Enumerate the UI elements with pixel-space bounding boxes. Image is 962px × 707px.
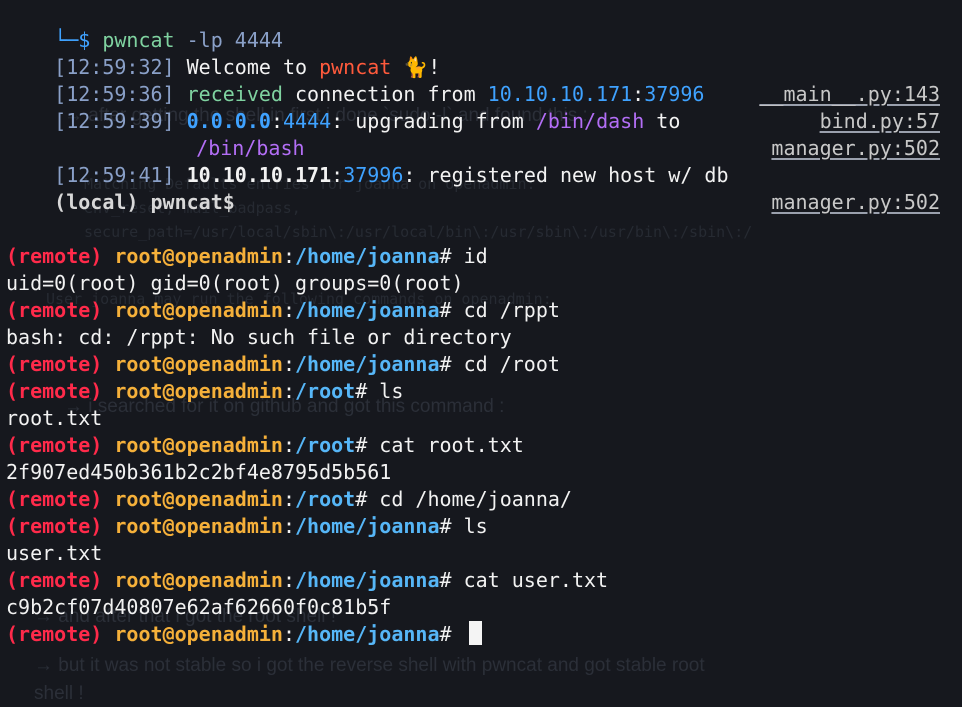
command-output: user.txt xyxy=(6,540,962,567)
user-host: root@openadmin xyxy=(114,487,283,511)
user-host: root@openadmin xyxy=(114,379,283,403)
command-output: bash: cd: /rppt: No such file or directo… xyxy=(6,324,962,351)
log-line-upgrading-cont: /bin/bash xyxy=(148,108,962,160)
remote-tag: (remote) xyxy=(6,622,103,646)
user-host: root@openadmin xyxy=(114,622,283,646)
user-host: root@openadmin xyxy=(114,244,283,268)
log-line-registered: [12:59:41] 10.10.10.171:37996: registere… xyxy=(6,135,962,214)
current-path: /home/joanna xyxy=(295,568,440,592)
current-path: /root xyxy=(295,379,356,403)
command-output: uid=0(root) gid=0(root) groups=0(root) xyxy=(6,270,962,297)
prompt-colon: : xyxy=(282,514,295,538)
command-output: c9b2cf07d40807e62af62660f0c81b5f xyxy=(6,594,962,621)
remote-tag: (remote) xyxy=(6,244,103,268)
terminal-cursor[interactable] xyxy=(468,621,482,645)
prompt-colon: : xyxy=(282,298,295,322)
command-text: # cd /root xyxy=(439,352,560,376)
command-text: # id xyxy=(439,244,488,268)
output-text: c9b2cf07d40807e62af62660f0c81b5f xyxy=(6,595,392,619)
log-source-link[interactable]: manager.py:502 xyxy=(771,189,940,216)
current-path: /root xyxy=(295,487,356,511)
current-path: /root xyxy=(295,433,356,457)
user-host: root@openadmin xyxy=(114,568,283,592)
remote-tag: (remote) xyxy=(6,298,103,322)
remote-tag: (remote) xyxy=(6,514,103,538)
prompt-colon: : xyxy=(282,244,295,268)
background-note: secure_path=/usr/local/sbin\:/usr/local/… xyxy=(84,223,753,241)
remote-prompt-line: (remote) root@openadmin:/root# cd /home/… xyxy=(6,486,962,513)
prompt-colon: : xyxy=(282,487,295,511)
remote-tag: (remote) xyxy=(6,487,103,511)
user-host: root@openadmin xyxy=(114,433,283,457)
remote-prompt-line: (remote) root@openadmin:/root# ls xyxy=(6,378,962,405)
log-line-welcome: [12:59:32] Welcome to pwncat 🐈! __main__… xyxy=(6,27,962,106)
command-output: root.txt xyxy=(6,405,962,432)
command-text: # ls xyxy=(355,379,404,403)
output-text: root.txt xyxy=(6,406,103,430)
output-text: uid=0(root) gid=0(root) groups=0(root) xyxy=(6,271,464,295)
command-text: # cd /rppt xyxy=(439,298,560,322)
prompt-colon: : xyxy=(282,433,295,457)
command-text: # ls xyxy=(439,514,488,538)
remote-prompt-line: (remote) root@openadmin:/root# cat root.… xyxy=(6,432,962,459)
terminal-window[interactable]: → after getting the shell in first i don… xyxy=(0,0,962,707)
remote-tag: (remote) xyxy=(6,352,103,376)
prompt-colon: : xyxy=(282,568,295,592)
remote-prompt-line: (remote) root@openadmin:/home/joanna# cd… xyxy=(6,297,962,324)
current-path: /home/joanna xyxy=(295,352,440,376)
command-text: # xyxy=(439,622,464,646)
current-path: /home/joanna xyxy=(295,244,440,268)
user-host: root@openadmin xyxy=(114,352,283,376)
remote-prompt-line: (remote) root@openadmin:/home/joanna# ca… xyxy=(6,567,962,594)
remote-prompt-line: (remote) root@openadmin:/home/joanna# xyxy=(6,621,962,648)
remote-tag: (remote) xyxy=(6,433,103,457)
log-line-upgrading: [12:59:39] 0.0.0.0:4444: upgrading from … xyxy=(6,81,962,160)
prompt-colon: : xyxy=(282,622,295,646)
pwncat-command-line: └─$ pwncat -lp 4444 xyxy=(6,0,962,52)
remote-tag: (remote) xyxy=(6,568,103,592)
output-text: bash: cd: /rppt: No such file or directo… xyxy=(6,325,512,349)
remote-prompt-line: (remote) root@openadmin:/home/joanna# ls xyxy=(6,513,962,540)
remote-tag: (remote) xyxy=(6,379,103,403)
user-host: root@openadmin xyxy=(114,298,283,322)
remote-prompt-line: (remote) root@openadmin:/home/joanna# cd… xyxy=(6,351,962,378)
background-note: → but it was not stable so i got the rev… xyxy=(34,655,705,676)
output-text: 2f907ed450b361b2c2bf4e8795d5b561 xyxy=(6,460,392,484)
remote-prompt-line: (remote) root@openadmin:/home/joanna# id xyxy=(6,243,962,270)
user-host: root@openadmin xyxy=(114,514,283,538)
command-output: 2f907ed450b361b2c2bf4e8795d5b561 xyxy=(6,459,962,486)
current-path: /home/joanna xyxy=(295,298,440,322)
output-text: user.txt xyxy=(6,541,103,565)
local-prompt: (local) pwncat$ xyxy=(54,190,235,214)
current-path: /home/joanna xyxy=(295,622,440,646)
log-line-received: [12:59:36] received connection from 10.1… xyxy=(6,54,962,133)
local-prompt-line: (local) pwncat$ xyxy=(6,162,962,214)
command-text: # cd /home/joanna/ xyxy=(355,487,572,511)
background-note: shell ! xyxy=(34,683,84,704)
prompt-colon: : xyxy=(282,352,295,376)
command-text: # cat root.txt xyxy=(355,433,524,457)
current-path: /home/joanna xyxy=(295,514,440,538)
prompt-colon: : xyxy=(282,379,295,403)
command-text: # cat user.txt xyxy=(439,568,609,592)
